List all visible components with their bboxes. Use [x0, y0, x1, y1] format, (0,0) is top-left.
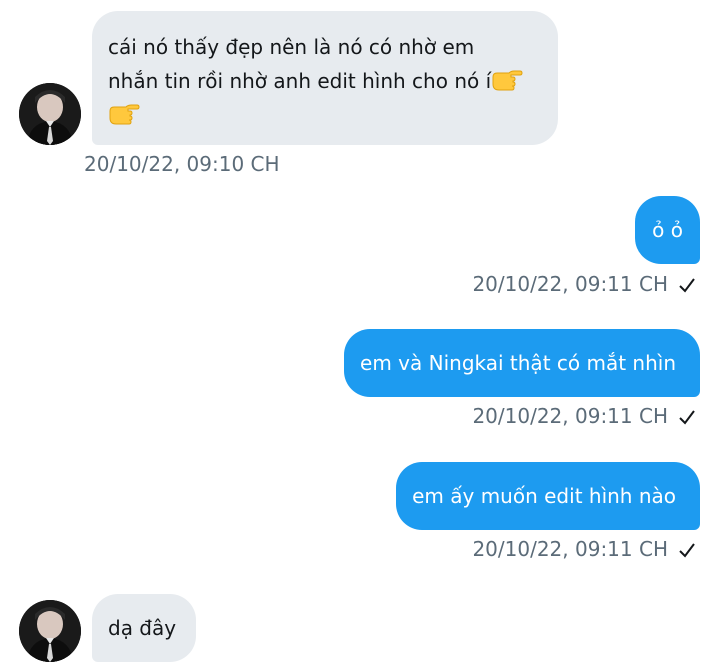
- incoming-message-bubble[interactable]: cái nó thấy đẹp nên là nó có nhờ em nhắn…: [92, 11, 558, 145]
- message-timestamp: 20/10/22, 09:10 CH: [84, 152, 280, 176]
- message-timestamp-row: 20/10/22, 09:11 CH: [472, 272, 696, 296]
- message-timestamp: 20/10/22, 09:11 CH: [472, 272, 668, 296]
- message-text: em và Ningkai thật có mắt nhìn: [360, 351, 676, 375]
- message-text: em ấy muốn edit hình nào: [412, 484, 676, 508]
- message-text: ỏ ỏ: [652, 218, 683, 242]
- message-text: cái nó thấy đẹp nên là nó có nhờ em: [108, 35, 475, 59]
- avatar[interactable]: [19, 600, 81, 662]
- outgoing-message-bubble[interactable]: em ấy muốn edit hình nào: [396, 462, 700, 530]
- checkmark-icon: [678, 408, 696, 426]
- pointing-right-emoji-icon: [108, 102, 140, 126]
- message-timestamp: 20/10/22, 09:11 CH: [472, 537, 668, 561]
- avatar-icon: [19, 83, 81, 145]
- checkmark-icon: [678, 276, 696, 294]
- outgoing-message-bubble[interactable]: ỏ ỏ: [635, 196, 700, 264]
- checkmark-icon: [678, 541, 696, 559]
- incoming-message-bubble[interactable]: dạ đây: [92, 594, 197, 662]
- pointing-right-emoji-icon: [491, 68, 523, 92]
- message-text: nhắn tin rồi nhờ anh edit hình cho nó í: [108, 69, 492, 93]
- message-timestamp: 20/10/22, 09:11 CH: [472, 404, 668, 428]
- avatar[interactable]: [19, 83, 81, 145]
- message-timestamp-row: 20/10/22, 09:11 CH: [472, 537, 696, 561]
- message-text: dạ đây: [108, 616, 177, 640]
- avatar-icon: [19, 600, 81, 662]
- message-timestamp-row: 20/10/22, 09:11 CH: [472, 404, 696, 428]
- outgoing-message-bubble[interactable]: em và Ningkai thật có mắt nhìn: [344, 329, 700, 397]
